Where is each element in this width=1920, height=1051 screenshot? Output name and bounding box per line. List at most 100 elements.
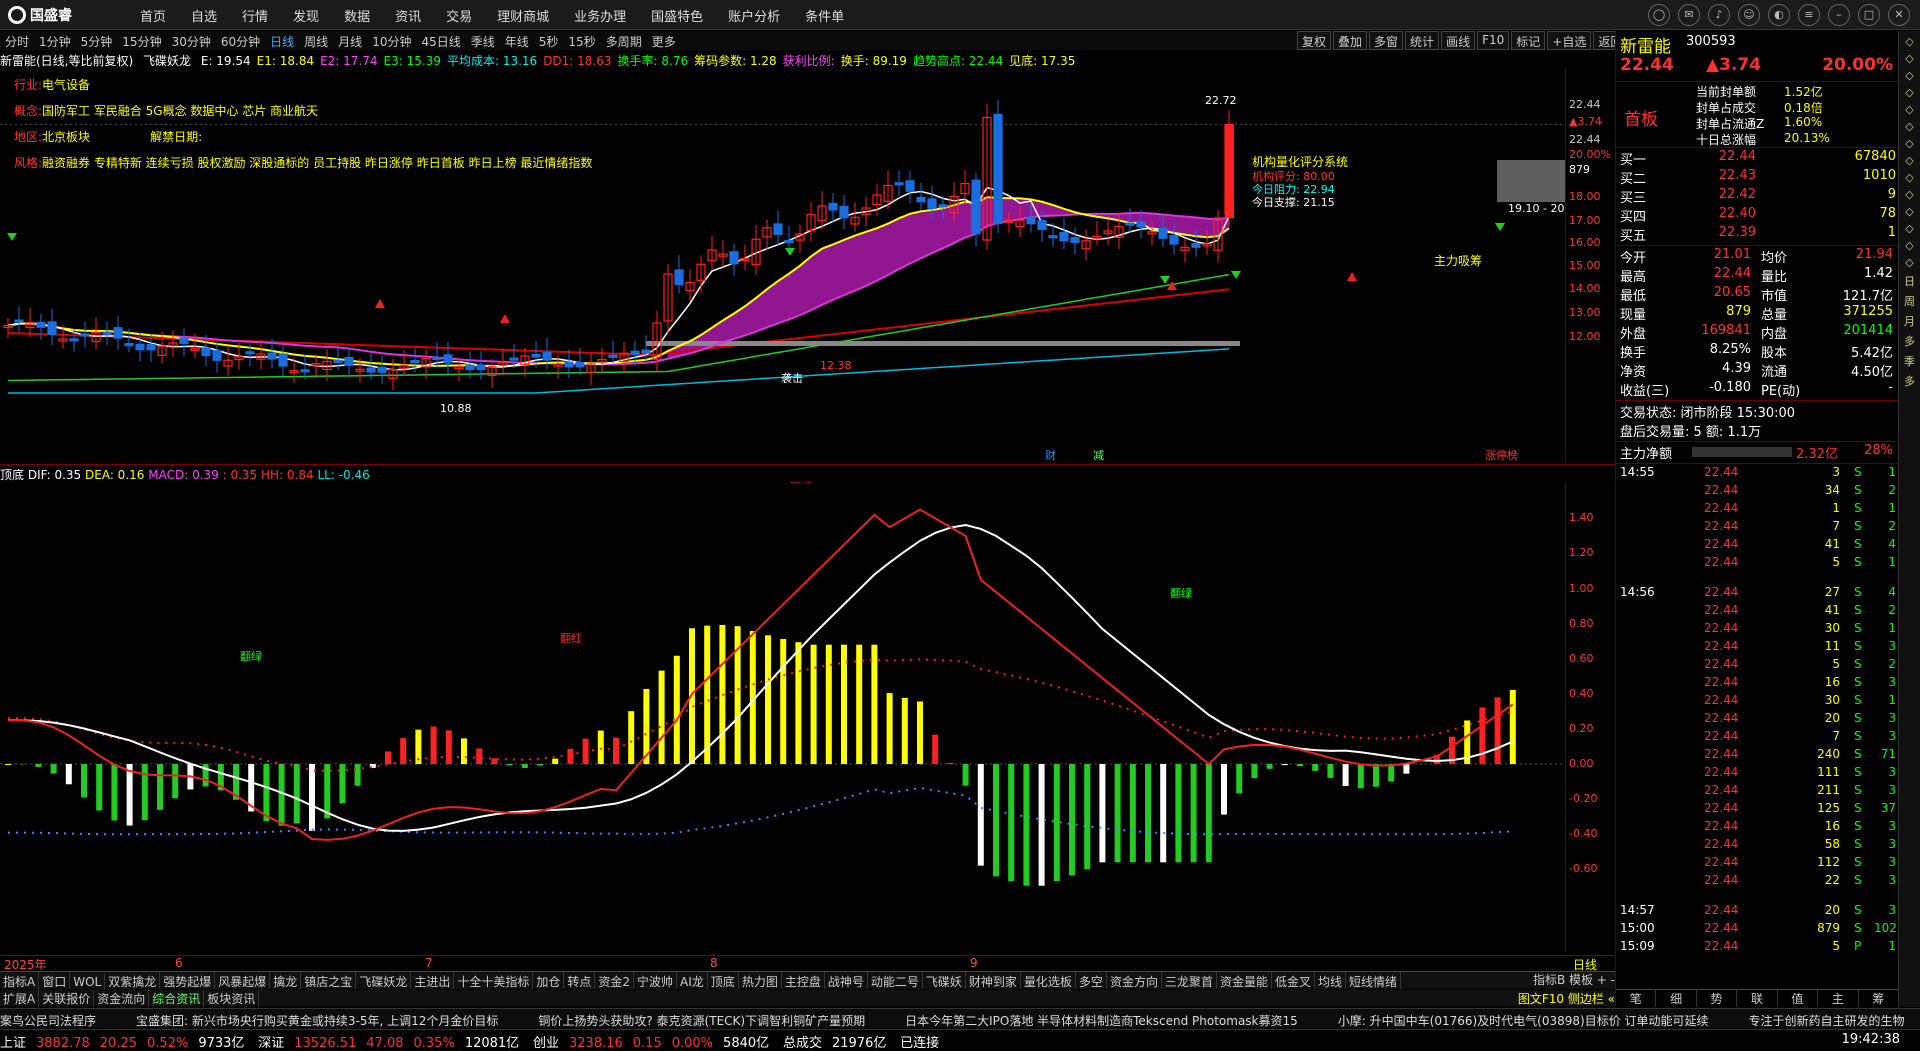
order-book-row[interactable]: 买三22.429 [1616, 187, 1899, 206]
menu-item[interactable]: 条件单 [805, 6, 844, 25]
sidebar-tool-icon[interactable]: ◇ [1899, 256, 1920, 269]
tool-button[interactable]: 标记 [1511, 31, 1545, 50]
bell-icon[interactable]: ♪ [1708, 4, 1730, 26]
period-tab[interactable]: 更多 [647, 31, 681, 52]
menu-item[interactable]: 行情 [242, 6, 268, 25]
order-book-row[interactable]: 买五22.391 [1616, 225, 1899, 244]
indicator-tab[interactable]: 资金量能 [1217, 972, 1272, 989]
indicator-tab[interactable]: 低金叉 [1272, 972, 1315, 989]
macd-chart[interactable]: 翻绿翻红翻红翻绿翻红 [0, 482, 1565, 952]
indicator-tab[interactable]: 指标A [0, 972, 39, 989]
maximize-icon[interactable]: □ [1858, 4, 1880, 26]
quote-tab[interactable]: 筹 [1859, 990, 1899, 1007]
period-tab[interactable]: 分时 [0, 31, 34, 52]
sidebar-period-tab[interactable]: 多 [1899, 333, 1920, 349]
quote-tab[interactable]: 细 [1656, 990, 1696, 1007]
extension-tab[interactable]: 板块资讯 [204, 990, 259, 1007]
sidebar-tool-icon[interactable]: ◇ [1899, 239, 1920, 252]
tool-button[interactable]: 画线 [1441, 31, 1475, 50]
sz-label[interactable]: 深证 [258, 1030, 284, 1051]
close-icon[interactable]: ✕ [1888, 4, 1910, 26]
menu-item[interactable]: 自选 [191, 6, 217, 25]
period-tab[interactable]: 1分钟 [34, 31, 76, 52]
tool-button[interactable]: F10 [1477, 31, 1509, 50]
indicator-tab[interactable]: AI龙 [677, 972, 708, 989]
period-tab[interactable]: 5分钟 [76, 31, 118, 52]
sidebar-period-tab[interactable]: 日 [1899, 273, 1920, 289]
indicator-tab[interactable]: 短线情绪 [1346, 972, 1401, 989]
menu-icon[interactable]: ≡ [1798, 4, 1820, 26]
indicator-tab[interactable]: 顶底 [708, 972, 739, 989]
menu-item[interactable]: 首页 [140, 6, 166, 25]
menu-item[interactable]: 发现 [293, 6, 319, 25]
sidebar-period-tab[interactable]: 周 [1899, 293, 1920, 309]
indicator-tab[interactable]: 飞碟妖 [923, 972, 966, 989]
quote-tab[interactable]: 势 [1697, 990, 1737, 1007]
indicator-tab[interactable]: 战神号 [825, 972, 868, 989]
sidebar-period-tab[interactable]: 多 [1899, 373, 1920, 389]
period-tab[interactable]: 15秒 [563, 31, 600, 52]
extension-tab[interactable]: 关联报价 [39, 990, 94, 1007]
sidebar-tool-icon[interactable]: ◇ [1899, 52, 1920, 65]
menu-item[interactable]: 账户分析 [728, 6, 780, 25]
indicator-tab[interactable]: 加仓 [533, 972, 564, 989]
skin-icon[interactable]: ◐ [1768, 4, 1790, 26]
sidebar-tool-icon[interactable]: ◇ [1899, 86, 1920, 99]
sidebar-tool-icon[interactable]: ◇ [1899, 120, 1920, 133]
period-tab[interactable]: 45日线 [416, 31, 465, 52]
formula-name[interactable]: 飞碟妖龙 [143, 54, 191, 68]
indicator-tab[interactable]: 强势起爆 [160, 972, 215, 989]
sidebar-period-tab[interactable]: 月 [1899, 313, 1920, 329]
period-tab[interactable]: 30分钟 [167, 31, 216, 52]
tool-button[interactable]: 叠加 [1333, 31, 1367, 50]
indicator-tab[interactable]: WOL [70, 974, 105, 989]
indicator-tab[interactable]: 十全十美指标 [454, 972, 533, 989]
indicator-tab[interactable]: 财神到家 [966, 972, 1021, 989]
indicator-tab[interactable]: 三龙聚首 [1162, 972, 1217, 989]
indicator-tab[interactable]: 双紫擒龙 [105, 972, 160, 989]
indicator-tab[interactable]: 风暴起爆 [215, 972, 270, 989]
quote-tab[interactable]: 联 [1737, 990, 1777, 1007]
stock-name[interactable]: 新雷能 [1620, 32, 1671, 57]
period-tab[interactable]: 日线 [265, 31, 299, 52]
tool-button[interactable]: 多窗 [1369, 31, 1403, 50]
period-tab[interactable]: 60分钟 [216, 31, 265, 52]
tool-button[interactable]: +自选 [1547, 31, 1591, 50]
sidebar-tool-icon[interactable]: ◇ [1899, 205, 1920, 218]
order-book-row[interactable]: 买二22.431010 [1616, 168, 1899, 187]
order-book-row[interactable]: 买四22.4078 [1616, 206, 1899, 225]
candlestick-chart[interactable]: 22.7210.8812.3819.10 - 20.6机构量化评分系统机构评分:… [0, 68, 1565, 463]
extension-tab[interactable]: 扩展A [0, 990, 39, 1007]
period-tab[interactable]: 多周期 [601, 31, 647, 52]
tick-list[interactable]: 14:5522.443S122.4434S222.441S122.447S222… [1616, 465, 1899, 985]
period-indicator[interactable]: 日线 [1565, 955, 1615, 971]
indicator-tab[interactable]: 多空 [1076, 972, 1107, 989]
news-item[interactable]: 铜价上扬势头获助攻? 泰克资源(TECK)下调智利铜矿产量预期 [538, 1009, 865, 1028]
sidebar-tool-icon[interactable]: ◇ [1899, 171, 1920, 184]
indicator-tab[interactable]: 擒龙 [270, 972, 301, 989]
sidebar-period-tab[interactable]: 季 [1899, 353, 1920, 369]
pane-divider[interactable] [0, 464, 1615, 465]
extension-tab[interactable]: 资金流向 [94, 990, 149, 1007]
chat-icon[interactable]: ◯ [1648, 4, 1670, 26]
period-tab[interactable]: 5秒 [534, 31, 564, 52]
period-tab[interactable]: 周线 [299, 31, 333, 52]
minimize-icon[interactable]: – [1828, 4, 1850, 26]
period-tab[interactable]: 月线 [333, 31, 367, 52]
quote-tab[interactable]: 主 [1818, 990, 1858, 1007]
sidebar-tool-icon[interactable]: ◇ [1899, 222, 1920, 235]
indicator-tab[interactable]: 资金方向 [1107, 972, 1162, 989]
sidebar-tool-icon[interactable]: ◇ [1899, 103, 1920, 116]
period-tab[interactable]: 10分钟 [367, 31, 416, 52]
f10-sidebar-toggle[interactable]: 图文F10 侧边栏 « [1518, 990, 1615, 1007]
indicator-tab[interactable]: 资金2 [595, 972, 634, 989]
menu-item[interactable]: 交易 [446, 6, 472, 25]
sidebar-tool-icon[interactable]: ◇ [1899, 35, 1920, 48]
extension-tab[interactable]: 综合资讯 [149, 990, 204, 1007]
news-item[interactable]: 案鸟公民司法程序 [0, 1009, 96, 1028]
indicator-tab[interactable]: 均线 [1315, 972, 1346, 989]
period-tab[interactable]: 15分钟 [117, 31, 166, 52]
sh-label[interactable]: 上证 [0, 1030, 26, 1051]
order-book-row[interactable]: 买一22.4467840 [1616, 149, 1899, 168]
indicator-tab[interactable]: 飞碟妖龙 [356, 972, 411, 989]
